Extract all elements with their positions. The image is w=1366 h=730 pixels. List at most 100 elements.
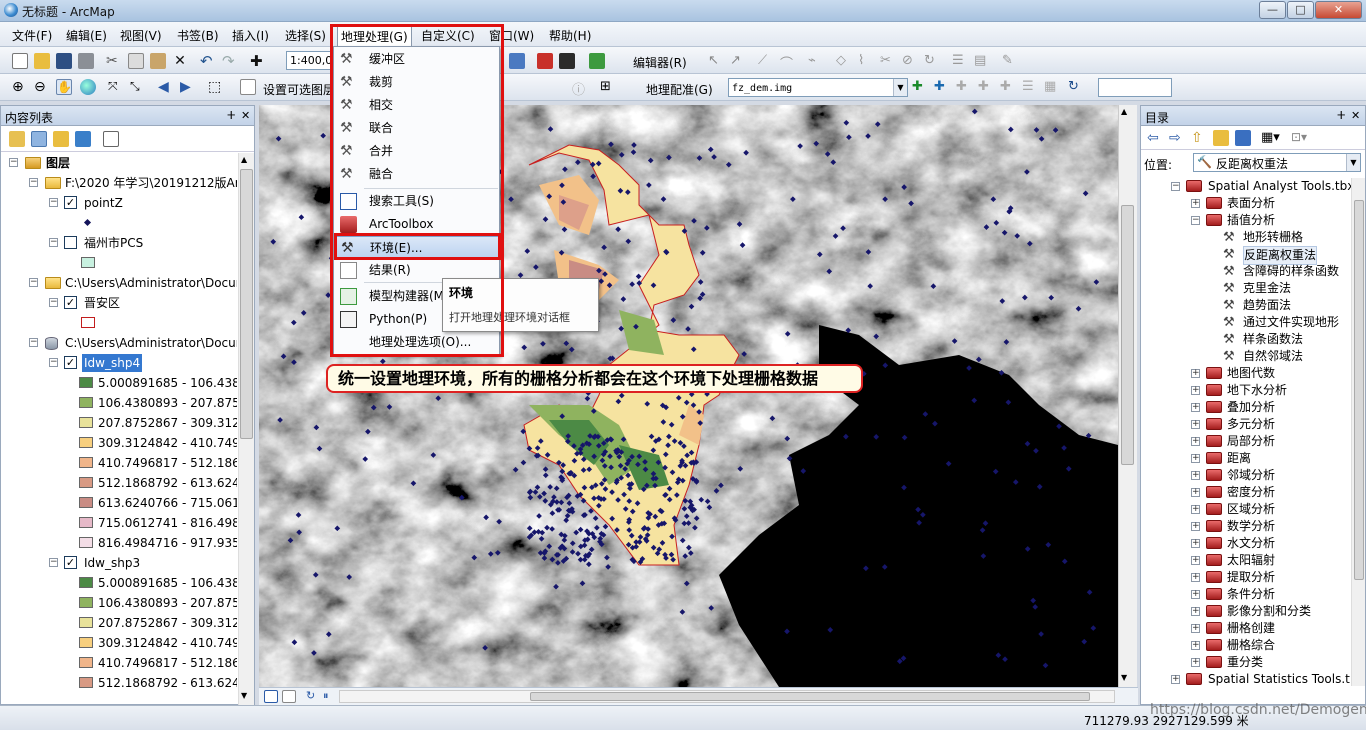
toc-layer-fuzhou[interactable]: − 福州市PCS [49,233,237,253]
expand-icon[interactable]: + [1191,539,1200,548]
layout-view-icon[interactable] [282,690,296,703]
toc-layer-jinan[interactable]: − ✓ 晋安区 [49,293,237,313]
scroll-thumb[interactable] [240,169,253,439]
expand-icon[interactable]: + [1191,420,1200,429]
close-button[interactable]: ✕ [1315,1,1362,19]
editor-toolbar-icon[interactable] [509,53,525,69]
menu-insert[interactable]: 插入(I) [229,26,272,45]
toc-scrollbar[interactable]: ▲ ▼ [238,153,254,705]
refresh-icon[interactable]: ↻ [1068,79,1084,95]
pan-icon[interactable]: ✋ [56,79,72,95]
views-icon[interactable]: ▦▾ [1261,130,1285,146]
sketch-properties-icon[interactable]: ▤ [974,53,990,69]
menu-edit[interactable]: 编辑(E) [63,26,110,45]
open-folder-icon[interactable] [34,53,50,69]
end-point-arc-icon[interactable]: ⌒ [780,53,796,72]
collapse-icon[interactable]: − [49,298,58,307]
copy-icon[interactable] [128,53,144,69]
new-document-icon[interactable] [12,53,28,69]
list-by-drawing-order-icon[interactable] [9,131,25,147]
menu-item-dissolve[interactable]: ⚒ 融合 [334,163,499,186]
pin-icon[interactable]: ⵜ [227,109,235,122]
fixed-zoom-in-icon[interactable]: ⤧ [108,79,124,95]
expand-icon[interactable]: + [1191,454,1200,463]
scroll-thumb[interactable] [1354,200,1364,580]
refresh-view-icon[interactable]: ↻ [306,689,322,705]
map-scale-combo[interactable]: 1:400,0 [286,51,332,70]
menu-bookmarks[interactable]: 书签(B) [174,26,222,45]
layer-visibility-checkbox[interactable]: ✓ [64,196,77,209]
menu-geoprocessing[interactable]: 地理处理(G) [337,26,412,46]
georeferencing-layer-combo[interactable]: fz_dem.img ▼ [728,78,908,97]
location-combo[interactable]: 🔨 反距离权重法 ▼ [1193,153,1361,172]
fixed-zoom-out-icon[interactable]: ⤡ [130,79,146,95]
close-icon[interactable]: ✕ [241,109,250,122]
collapse-icon[interactable]: − [49,238,58,247]
list-by-source-icon[interactable] [31,131,47,147]
toc-group-2[interactable]: − C:\Users\Administrator\Docur [29,273,237,293]
expand-icon[interactable]: + [1191,386,1200,395]
layer-visibility-checkbox[interactable]: ✓ [64,296,77,309]
shift-raster-icon[interactable]: ✚ [978,79,994,95]
expand-icon[interactable]: + [1191,658,1200,667]
collapse-icon[interactable]: − [29,338,38,347]
scroll-down-icon[interactable]: ▼ [1121,673,1127,682]
menu-customize[interactable]: 自定义(C) [418,26,478,45]
pin-icon[interactable]: ⵜ [1337,109,1345,122]
expand-icon[interactable]: + [1191,437,1200,446]
back-icon[interactable]: ⇦ [1147,130,1163,146]
vscroll-thumb[interactable] [1121,205,1134,465]
expand-icon[interactable]: + [1191,556,1200,565]
expand-icon[interactable]: + [1191,403,1200,412]
selectable-layers-label[interactable]: 设置可选图层 [263,81,335,98]
auto-registration-icon[interactable]: ✚ [934,79,950,95]
trace-icon[interactable]: ⌁ [808,53,824,69]
hscroll-thumb[interactable] [530,692,1090,701]
rotate-raster-icon[interactable]: ✚ [956,79,972,95]
expand-icon[interactable]: + [1191,522,1200,531]
toc-root[interactable]: − 图层 [9,153,237,173]
scale-raster-icon[interactable]: ✚ [1000,79,1016,95]
select-features-icon[interactable]: ⬚ [208,79,224,95]
options-icon[interactable]: ⊡▾ [1291,130,1331,146]
collapse-icon[interactable]: − [49,198,58,207]
home-icon[interactable] [1213,130,1229,146]
scroll-up-icon[interactable]: ▲ [241,155,247,164]
menu-item-clip[interactable]: ⚒ 裁剪 [334,71,499,94]
menu-selection[interactable]: 选择(S) [282,26,329,45]
list-by-visibility-icon[interactable] [53,131,69,147]
print-icon[interactable] [78,53,94,69]
expand-icon[interactable]: + [1191,607,1200,616]
redo-icon[interactable]: ↷ [222,53,238,69]
cut-icon[interactable]: ✂ [106,53,122,69]
menu-item-union[interactable]: ⚒ 联合 [334,117,499,140]
menu-item-merge[interactable]: ⚒ 合并 [334,140,499,163]
full-extent-icon[interactable] [80,79,96,95]
editor-menu[interactable]: 编辑器(R) [633,54,687,71]
toc-group-3[interactable]: − C:\Users\Administrator\Docur [29,333,237,353]
collapse-icon[interactable]: − [1171,182,1180,191]
back-extent-icon[interactable]: ◀ [158,79,174,95]
menu-item-arctoolbox[interactable]: ArcToolbox [334,213,499,236]
collapse-icon[interactable]: − [9,158,18,167]
expand-icon[interactable]: + [1191,505,1200,514]
expand-icon[interactable]: + [1191,471,1200,480]
expand-icon[interactable]: + [1191,624,1200,633]
connect-folder-icon[interactable] [1235,130,1251,146]
list-by-selection-icon[interactable] [75,131,91,147]
minimize-button[interactable]: — [1259,1,1286,19]
go-to-xy-icon[interactable]: ⊞ [600,79,616,95]
scroll-up-icon[interactable]: ▲ [1121,107,1127,116]
menu-file[interactable]: 文件(F) [9,26,55,45]
save-icon[interactable] [56,53,72,69]
collapse-icon[interactable]: − [49,358,58,367]
edit-tool-icon[interactable]: ↖ [708,53,724,69]
menu-view[interactable]: 视图(V) [117,26,165,45]
straight-segment-icon[interactable]: ⟋ [758,53,774,69]
forward-icon[interactable]: ⇨ [1169,130,1185,146]
rotate-icon[interactable]: ↻ [924,53,940,69]
scroll-down-icon[interactable]: ▼ [241,691,247,700]
split-icon[interactable]: ⊘ [902,53,918,69]
expand-icon[interactable]: + [1191,573,1200,582]
menu-windows[interactable]: 窗口(W) [486,26,537,45]
